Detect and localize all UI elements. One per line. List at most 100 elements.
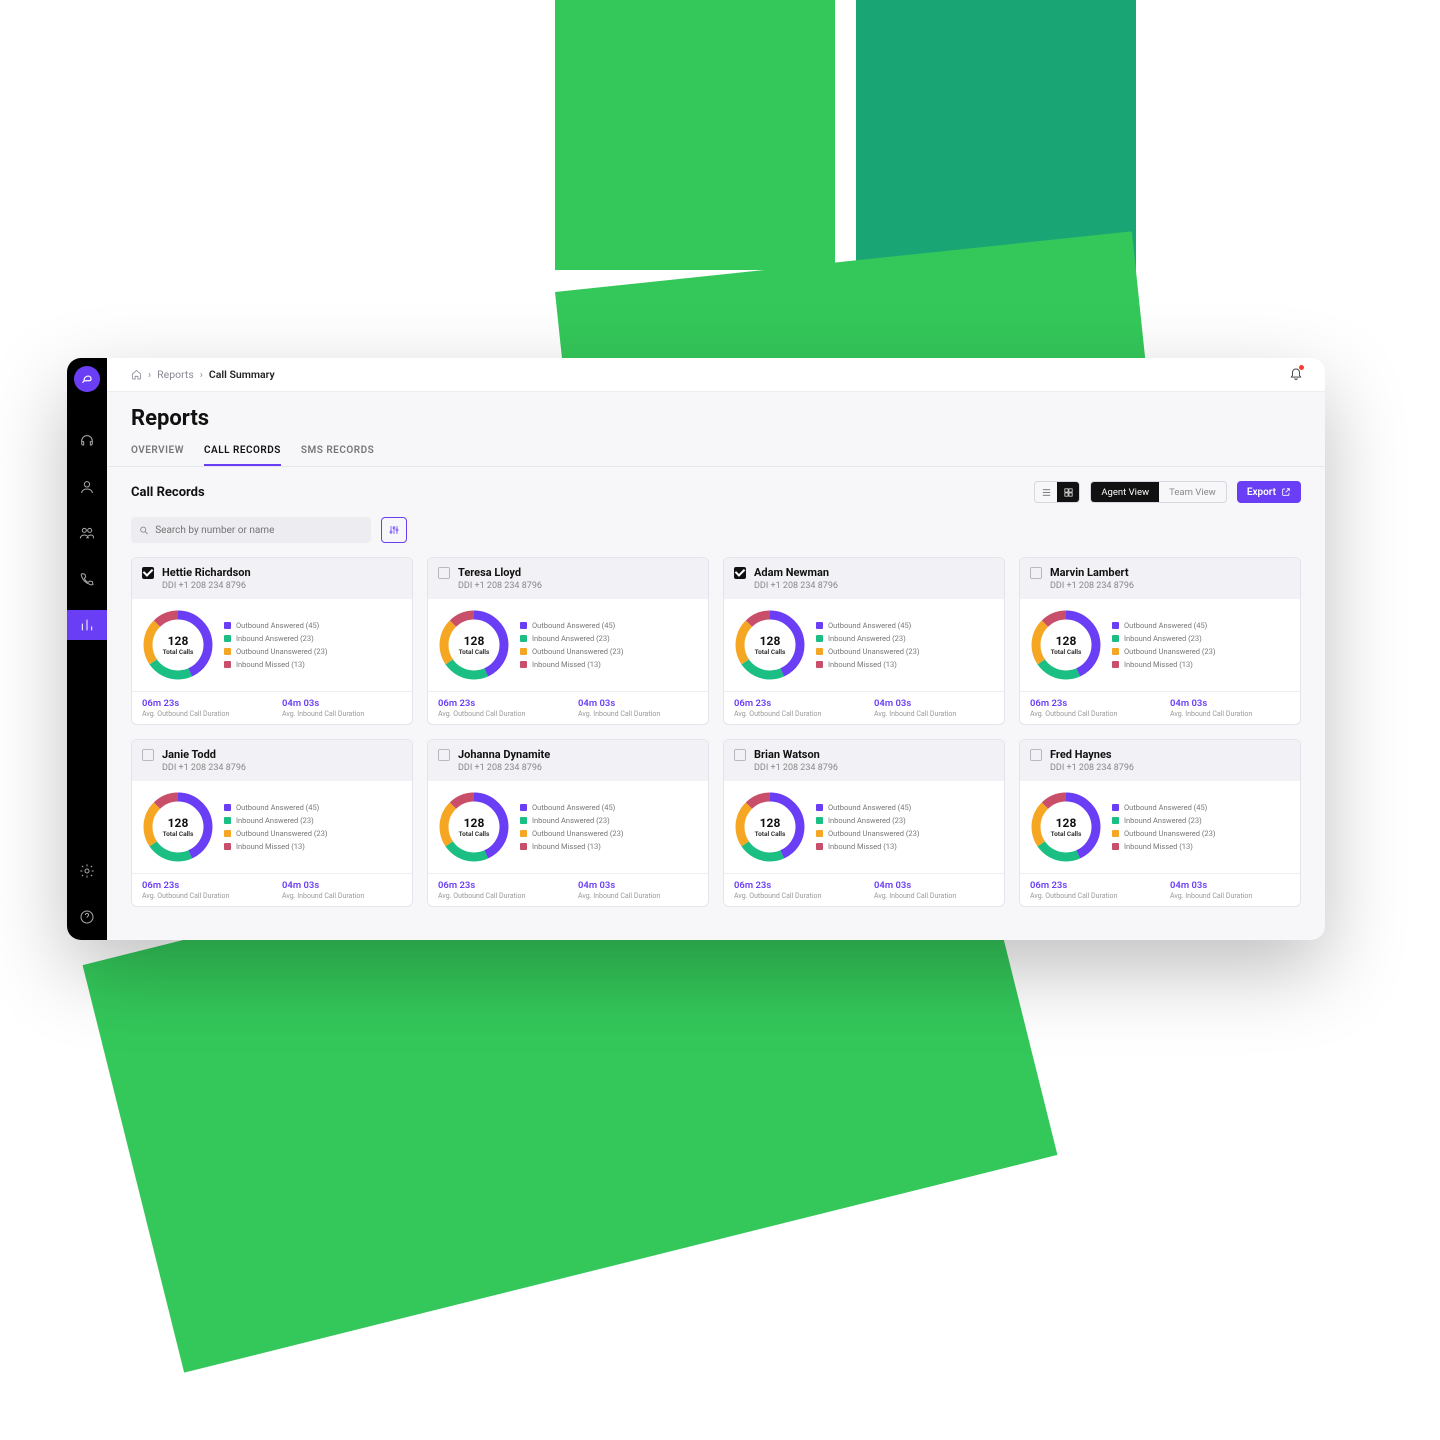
legend-swatch [520, 830, 527, 837]
record-card[interactable]: Brian Watson DDI +1 208 234 8796 128 Tot… [723, 739, 1005, 907]
avg-outbound-label: Avg. Outbound Call Duration [734, 710, 854, 718]
calls-donut: 128 Total Calls [734, 609, 806, 681]
select-checkbox[interactable] [438, 567, 450, 579]
select-checkbox[interactable] [1030, 749, 1042, 761]
avg-inbound-label: Avg. Inbound Call Duration [282, 892, 402, 900]
legend-item: Outbound Unanswered (23) [1112, 829, 1215, 838]
legend-swatch [1112, 843, 1119, 850]
avg-inbound-label: Avg. Inbound Call Duration [578, 710, 698, 718]
avg-outbound-label: Avg. Outbound Call Duration [1030, 892, 1150, 900]
record-card[interactable]: Teresa Lloyd DDI +1 208 234 8796 128 Tot… [427, 557, 709, 725]
record-ddi: DDI +1 208 234 8796 [458, 581, 542, 591]
avg-outbound-value: 06m 23s [1030, 880, 1150, 891]
avg-inbound-label: Avg. Inbound Call Duration [1170, 892, 1290, 900]
legend-item: Inbound Missed (13) [224, 660, 327, 669]
nav-help-icon[interactable] [67, 902, 107, 932]
tab-call-records[interactable]: CALL RECORDS [204, 437, 281, 466]
avg-outbound-label: Avg. Outbound Call Duration [1030, 710, 1150, 718]
card-footer: 06m 23s Avg. Outbound Call Duration 04m … [428, 691, 708, 724]
section-title: Call Records [131, 485, 205, 500]
tabs: OVERVIEW CALL RECORDS SMS RECORDS [107, 437, 1325, 467]
calls-donut: 128 Total Calls [1030, 791, 1102, 863]
nav-headset-icon[interactable] [67, 426, 107, 456]
list-view-icon[interactable] [1035, 482, 1057, 502]
total-calls-label: Total Calls [459, 648, 490, 656]
nav-reports-icon[interactable] [67, 610, 107, 640]
total-calls-label: Total Calls [755, 830, 786, 838]
view-segment: Agent View Team View [1090, 481, 1226, 503]
legend-item: Inbound Answered (23) [816, 634, 919, 643]
donut-legend: Outbound Answered (45) Inbound Answered … [1112, 621, 1215, 669]
avg-inbound-value: 04m 03s [1170, 880, 1290, 891]
legend-swatch [816, 635, 823, 642]
section-header: Call Records Agent View Team View Export [107, 467, 1325, 517]
nav-team-icon[interactable] [67, 518, 107, 548]
avg-outbound-label: Avg. Outbound Call Duration [734, 892, 854, 900]
legend-swatch [816, 830, 823, 837]
legend-swatch [520, 661, 527, 668]
nav-settings-icon[interactable] [67, 856, 107, 886]
card-footer: 06m 23s Avg. Outbound Call Duration 04m … [132, 873, 412, 906]
legend-item: Inbound Missed (13) [520, 842, 623, 851]
home-icon[interactable] [131, 369, 142, 380]
record-card[interactable]: Johanna Dynamite DDI +1 208 234 8796 128… [427, 739, 709, 907]
select-checkbox[interactable] [734, 749, 746, 761]
record-card[interactable]: Fred Haynes DDI +1 208 234 8796 128 Tota… [1019, 739, 1301, 907]
record-card[interactable]: Hettie Richardson DDI +1 208 234 8796 12… [131, 557, 413, 725]
legend-swatch [1112, 648, 1119, 655]
page-title: Reports [107, 392, 1325, 437]
record-name: Teresa Lloyd [458, 566, 542, 579]
card-header: Fred Haynes DDI +1 208 234 8796 [1020, 740, 1300, 781]
legend-swatch [224, 843, 231, 850]
legend-swatch [816, 622, 823, 629]
select-checkbox[interactable] [1030, 567, 1042, 579]
legend-swatch [224, 804, 231, 811]
record-card[interactable]: Adam Newman DDI +1 208 234 8796 128 Tota… [723, 557, 1005, 725]
export-button[interactable]: Export [1237, 481, 1301, 503]
avg-outbound-value: 06m 23s [734, 880, 854, 891]
donut-legend: Outbound Answered (45) Inbound Answered … [520, 803, 623, 851]
notification-bell-icon[interactable] [1289, 366, 1303, 383]
tab-overview[interactable]: OVERVIEW [131, 437, 184, 466]
select-checkbox[interactable] [734, 567, 746, 579]
legend-item: Inbound Missed (13) [1112, 842, 1215, 851]
search-input[interactable] [131, 517, 371, 543]
calls-donut: 128 Total Calls [142, 791, 214, 863]
tab-sms-records[interactable]: SMS RECORDS [301, 437, 374, 466]
select-checkbox[interactable] [142, 749, 154, 761]
legend-swatch [1112, 622, 1119, 629]
select-checkbox[interactable] [142, 567, 154, 579]
avg-outbound-value: 06m 23s [734, 698, 854, 709]
crumb-reports[interactable]: Reports [157, 368, 194, 381]
avg-inbound-value: 04m 03s [874, 880, 994, 891]
nav-phone-icon[interactable] [67, 564, 107, 594]
nav-user-icon[interactable] [67, 472, 107, 502]
total-calls-label: Total Calls [163, 830, 194, 838]
avg-outbound-value: 06m 23s [438, 880, 558, 891]
record-card[interactable]: Janie Todd DDI +1 208 234 8796 128 Total… [131, 739, 413, 907]
record-name: Johanna Dynamite [458, 748, 550, 761]
segment-team-view[interactable]: Team View [1159, 482, 1226, 502]
avg-outbound-value: 06m 23s [142, 880, 262, 891]
total-calls-label: Total Calls [1051, 830, 1082, 838]
calls-donut: 128 Total Calls [142, 609, 214, 681]
donut-legend: Outbound Answered (45) Inbound Answered … [1112, 803, 1215, 851]
legend-swatch [1112, 635, 1119, 642]
grid-view-icon[interactable] [1057, 482, 1079, 502]
calls-donut: 128 Total Calls [734, 791, 806, 863]
donut-legend: Outbound Answered (45) Inbound Answered … [224, 803, 327, 851]
export-icon [1281, 487, 1291, 497]
legend-item: Outbound Answered (45) [1112, 803, 1215, 812]
record-card[interactable]: Marvin Lambert DDI +1 208 234 8796 128 T… [1019, 557, 1301, 725]
select-checkbox[interactable] [438, 749, 450, 761]
card-footer: 06m 23s Avg. Outbound Call Duration 04m … [132, 691, 412, 724]
total-calls-label: Total Calls [755, 648, 786, 656]
legend-item: Outbound Unanswered (23) [816, 829, 919, 838]
record-ddi: DDI +1 208 234 8796 [162, 581, 251, 591]
filter-button[interactable] [381, 517, 407, 543]
main-area: › Reports › Call Summary Reports OVERVIE… [107, 358, 1325, 940]
legend-swatch [224, 635, 231, 642]
segment-agent-view[interactable]: Agent View [1091, 482, 1159, 502]
legend-swatch [224, 817, 231, 824]
legend-swatch [816, 648, 823, 655]
